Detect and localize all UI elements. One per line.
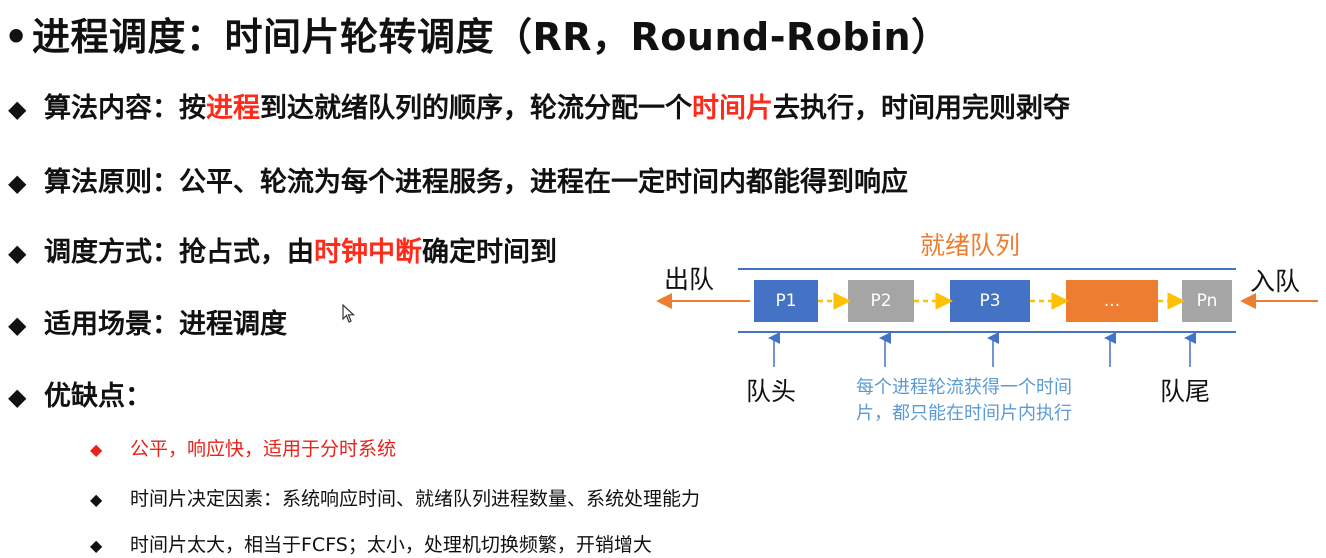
line-scheduling-mode: ◆ 调度方式：抢占式，由时钟中断确定时间到: [8, 230, 557, 269]
time-slice-note: 每个进程轮流获得一个时间 片，都只能在时间片内执行: [856, 375, 1072, 427]
highlight-text: 时钟中断: [314, 237, 422, 268]
sub-item-text: 公平，响应快，适用于分时系统: [130, 438, 397, 460]
sub-item-text: 时间片决定因素：系统响应时间、就绪队列进程数量、系统处理能力: [130, 488, 701, 510]
sub-item-text: 时间片太大，相当于FCFS；太小，处理机切换频繁，开销增大: [130, 534, 652, 556]
diamond-bullet-icon: ◆: [8, 383, 27, 411]
diamond-bullet-icon: ◆: [8, 239, 27, 267]
box-label: P3: [979, 291, 1001, 311]
line-algorithm-principle: ◆ 算法原则：公平、轮流为每个进程服务，进程在一定时间内都能得到响应: [8, 160, 908, 199]
line-label: 优缺点：: [44, 381, 152, 412]
diamond-bullet-icon: ◆: [90, 490, 103, 509]
mouse-cursor-icon: [342, 304, 356, 323]
title-bullet: •: [4, 15, 29, 59]
line-text: 去执行，时间用完则剥夺: [773, 93, 1070, 124]
queue-head-label: 队头: [746, 377, 797, 406]
box-label: Pn: [1196, 291, 1218, 311]
ready-queue-diagram: 就绪队列 出队 入队 P1 P2 P3 ... Pn 队头 队尾 每个进程轮流获…: [640, 222, 1326, 442]
diamond-bullet-icon: ◆: [8, 311, 27, 339]
diamond-bullet-icon: ◆: [90, 536, 103, 555]
line-pros-cons: ◆ 优缺点：: [8, 374, 152, 413]
line-label: 算法内容：: [44, 93, 179, 124]
line-text: 按: [179, 93, 206, 124]
line-text: 公平、轮流为每个进程服务，进程在一定时间内都能得到响应: [179, 167, 908, 198]
sub-item: ◆ 时间片太大，相当于FCFS；太小，处理机切换频繁，开销增大: [90, 530, 652, 557]
slide-title: •进程调度：时间片轮转调度（RR，Round-Robin）: [4, 6, 950, 61]
title-text: 进程调度：时间片轮转调度（RR，Round-Robin）: [32, 15, 950, 59]
line-label: 调度方式：: [44, 237, 179, 268]
note-line: 每个进程轮流获得一个时间: [856, 377, 1072, 398]
line-applicable-scenario: ◆ 适用场景：进程调度: [8, 302, 287, 341]
sub-item: ◆ 公平，响应快，适用于分时系统: [90, 434, 396, 461]
highlight-text: 时间片: [692, 93, 773, 124]
line-text: 到达就绪队列的顺序，轮流分配一个: [260, 93, 692, 124]
note-line: 片，都只能在时间片内执行: [856, 403, 1072, 424]
line-label: 适用场景：: [44, 309, 179, 340]
line-label: 算法原则：: [44, 167, 179, 198]
diamond-bullet-icon: ◆: [8, 169, 27, 197]
line-text: 抢占式，由: [179, 237, 314, 268]
sub-item: ◆ 时间片决定因素：系统响应时间、就绪队列进程数量、系统处理能力: [90, 484, 700, 511]
queue-tail-label: 队尾: [1160, 377, 1211, 406]
highlight-text: 进程: [206, 93, 260, 124]
diamond-bullet-icon: ◆: [8, 95, 27, 123]
box-label: ...: [1103, 291, 1121, 311]
box-label: P2: [870, 291, 892, 311]
box-label: P1: [775, 291, 797, 311]
diamond-bullet-icon: ◆: [90, 440, 103, 459]
line-algorithm-content: ◆ 算法内容：按进程到达就绪队列的顺序，轮流分配一个时间片去执行，时间用完则剥夺: [8, 86, 1070, 125]
line-text: 进程调度: [179, 309, 287, 340]
line-text: 确定时间到: [422, 237, 557, 268]
